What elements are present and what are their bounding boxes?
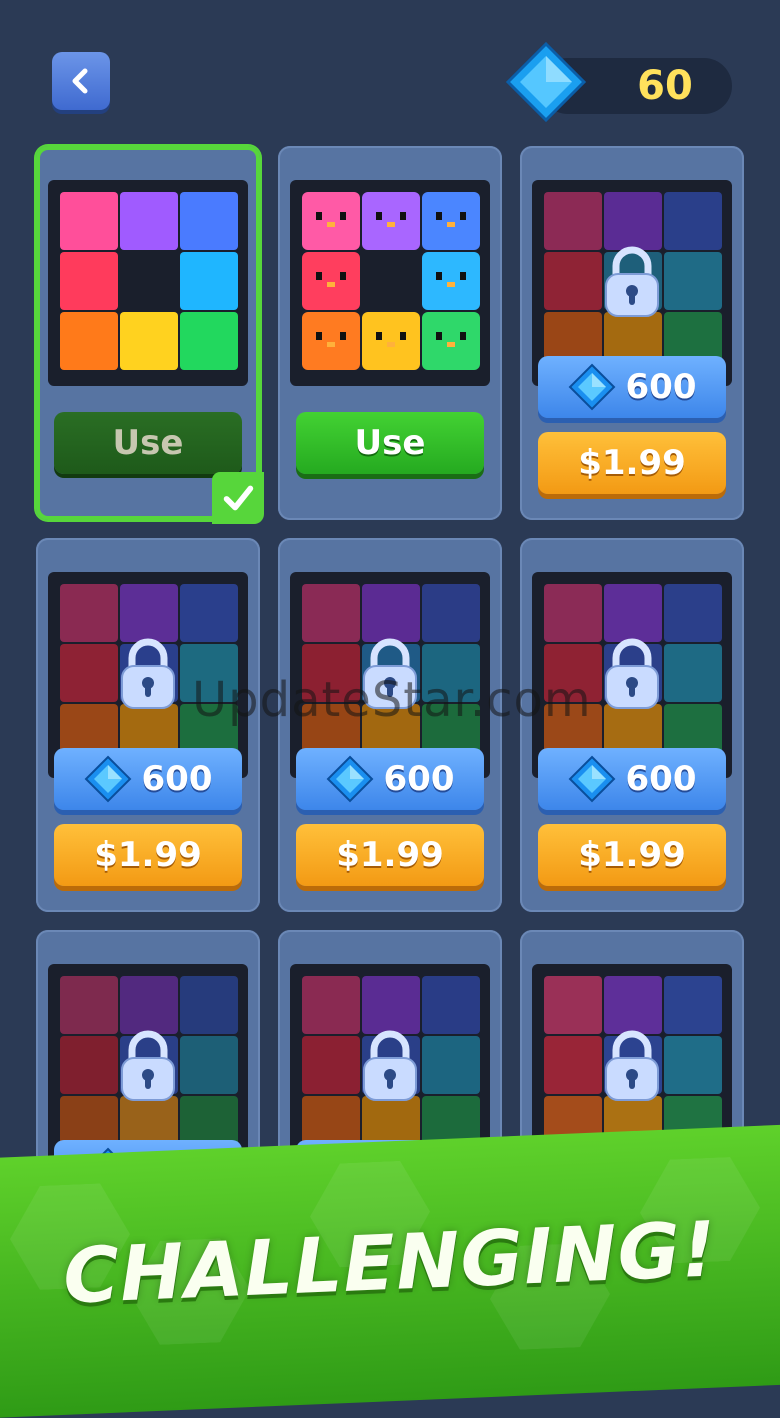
gem-icon (568, 755, 616, 803)
block-tile (302, 584, 360, 642)
gem-price-label: 600 (625, 367, 697, 407)
skin-card-classic[interactable]: Use (36, 146, 264, 524)
block-tile (302, 192, 360, 250)
block-tile (664, 252, 722, 310)
block-tile (422, 1036, 480, 1094)
gem-price-button[interactable]: 600 (54, 748, 242, 810)
block-tile (422, 252, 480, 310)
gem-icon (326, 755, 374, 803)
gem-icon (84, 755, 132, 803)
use-button[interactable]: Use (54, 412, 242, 474)
gem-price-label: 600 (625, 759, 697, 799)
block-tile (664, 1036, 722, 1094)
block-tile (422, 976, 480, 1034)
gem-price-button[interactable]: 600 (538, 748, 726, 810)
lock-icon (118, 638, 178, 710)
block-tile (180, 312, 238, 370)
skin-card-dice[interactable]: 600 $1.99 (520, 146, 744, 520)
lock-icon (118, 1030, 178, 1102)
back-button[interactable] (52, 52, 110, 110)
top-bar: 60 (0, 0, 780, 140)
block-tile (544, 976, 602, 1034)
block-tile (362, 192, 420, 250)
block-tile (362, 976, 420, 1034)
gem-icon (568, 363, 616, 411)
block-tile (604, 192, 662, 250)
block-tile (60, 584, 118, 642)
lock-icon (602, 246, 662, 318)
block-tile (362, 584, 420, 642)
cash-price-button[interactable]: $1.99 (538, 824, 726, 886)
gem-price-button[interactable]: 600 (538, 356, 726, 418)
block-tile (544, 584, 602, 642)
block-tile (422, 192, 480, 250)
block-tile (604, 976, 662, 1034)
block-tile (302, 252, 360, 310)
skin-preview (290, 180, 490, 386)
cash-price-button[interactable]: $1.99 (54, 824, 242, 886)
skin-preview (48, 180, 248, 386)
block-tile (120, 312, 178, 370)
lock-icon (360, 1030, 420, 1102)
lock-icon (602, 1030, 662, 1102)
gem-count: 60 (637, 63, 693, 109)
back-arrow-icon (72, 68, 88, 94)
cash-price-button[interactable]: $1.99 (296, 824, 484, 886)
cash-price-button[interactable]: $1.99 (538, 432, 726, 494)
block-tile (664, 644, 722, 702)
block-tile (120, 976, 178, 1034)
block-tile (180, 252, 238, 310)
gem-counter: 60 (505, 41, 732, 123)
gem-price-label: 600 (383, 759, 455, 799)
block-tile (60, 192, 118, 250)
watermark: UpdateStar.com (192, 672, 592, 728)
block-tile (60, 252, 118, 310)
block-tile (180, 584, 238, 642)
block-tile (60, 312, 118, 370)
block-tile (544, 1036, 602, 1094)
gem-price-button[interactable]: 600 (296, 748, 484, 810)
skin-card-chicks[interactable]: Use (278, 146, 502, 520)
block-tile (180, 192, 238, 250)
block-tile (180, 976, 238, 1034)
lock-icon (602, 638, 662, 710)
gem-icon (505, 41, 587, 123)
block-tile (664, 976, 722, 1034)
block-tile (664, 192, 722, 250)
block-tile (302, 312, 360, 370)
block-tile (180, 1036, 238, 1094)
use-button[interactable]: Use (296, 412, 484, 474)
block-tile (302, 1036, 360, 1094)
block-tile (120, 584, 178, 642)
block-tile (60, 644, 118, 702)
block-tile (60, 1036, 118, 1094)
checkmark-icon (212, 472, 264, 524)
block-tile (422, 312, 480, 370)
block-tile (120, 192, 178, 250)
block-tile (544, 192, 602, 250)
gem-price-label: 600 (141, 759, 213, 799)
block-tile (664, 584, 722, 642)
block-tile (604, 584, 662, 642)
block-tile (302, 976, 360, 1034)
block-tile (422, 584, 480, 642)
block-tile (362, 312, 420, 370)
block-tile (60, 976, 118, 1034)
block-tile (544, 252, 602, 310)
